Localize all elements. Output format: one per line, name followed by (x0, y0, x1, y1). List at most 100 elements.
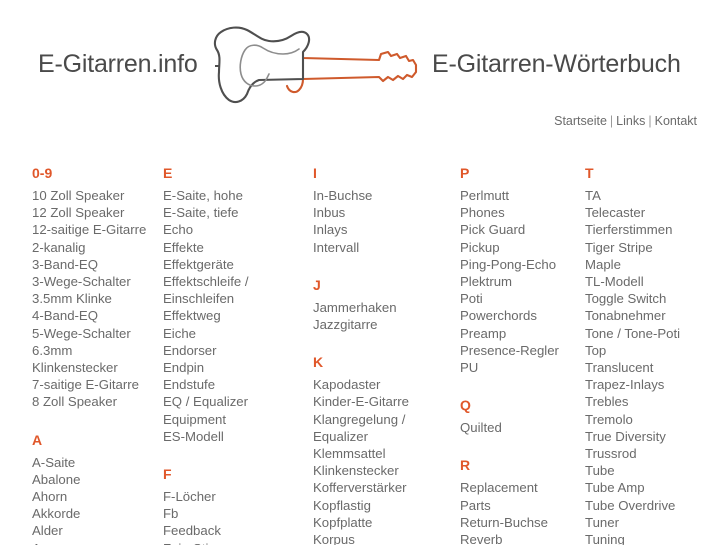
glossary-term[interactable]: Kinder-E-Gitarre (313, 393, 455, 410)
glossary-term[interactable]: Feedback (163, 522, 308, 539)
glossary-term[interactable]: Effektgeräte (163, 256, 308, 273)
glossary-term[interactable]: Endorser (163, 342, 308, 359)
glossary-term[interactable]: Kofferverstärker (313, 479, 455, 496)
glossary-term[interactable]: PU (460, 359, 580, 376)
glossary-term[interactable]: Presence-Regler (460, 342, 580, 359)
glossary-term[interactable]: Reverb (460, 531, 580, 545)
letter-heading: E (163, 165, 173, 181)
glossary-term[interactable]: Jazzgitarre (313, 316, 455, 333)
glossary-term[interactable]: Amp (32, 540, 158, 545)
glossary-term[interactable]: 10 Zoll Speaker (32, 187, 158, 204)
glossary-term[interactable]: 3-Wege-Schalter (32, 273, 158, 290)
glossary-term[interactable]: Inlays (313, 221, 455, 238)
glossary-term[interactable]: TA (585, 187, 727, 204)
glossary-term[interactable]: Toggle Switch (585, 290, 727, 307)
glossary-term[interactable]: Kopfplatte (313, 514, 455, 531)
glossary-term[interactable]: Effektweg (163, 307, 308, 324)
glossary-term[interactable]: TL-Modell (585, 273, 727, 290)
glossary-term[interactable]: Return-Buchse (460, 514, 580, 531)
letter-heading: K (313, 354, 324, 371)
glossary-term[interactable]: 3-Band-EQ (32, 256, 158, 273)
glossary-term[interactable]: Tonabnehmer (585, 307, 727, 324)
glossary-term[interactable]: EQ / Equalizer (163, 393, 308, 410)
glossary-term[interactable]: 5-Wege-Schalter (32, 325, 158, 342)
glossary-term[interactable]: Korpus (313, 531, 455, 545)
glossary-term[interactable]: Effektschleife / Einschleifen (163, 273, 308, 307)
glossary-term[interactable]: Kapodaster (313, 376, 455, 393)
glossary-term[interactable]: F-Löcher (163, 488, 308, 505)
term-list: F-LöcherFbFeedbackFein-Stimmer (163, 488, 308, 545)
letter-heading: 0-9 (32, 165, 53, 181)
letter-group: A A-SaiteAbaloneAhornAkkordeAlderAmpAmber (32, 433, 158, 545)
glossary-term[interactable]: Ping-Pong-Echo (460, 256, 580, 273)
glossary-term[interactable]: Poti (460, 290, 580, 307)
glossary-term[interactable]: Akkorde (32, 505, 158, 522)
glossary-term[interactable]: Klangregelung / Equalizer (313, 411, 455, 445)
letter-group: K Kapodaster Kinder-E-Gitarre Klangregelung… (313, 355, 455, 545)
glossary-term[interactable]: Tierferstimmen (585, 221, 727, 238)
glossary-term[interactable]: Tremolo (585, 411, 727, 428)
glossary-term[interactable]: Fein-Stimmer (163, 540, 308, 545)
glossary-term[interactable]: Eiche (163, 325, 308, 342)
glossary-term[interactable]: 2-kanalig (32, 239, 158, 256)
glossary-term[interactable]: Telecaster (585, 204, 727, 221)
term-list: A-SaiteAbaloneAhornAkkordeAlderAmpAmber (32, 454, 158, 545)
letter-heading: T (585, 165, 594, 181)
glossary-term[interactable]: Abalone (32, 471, 158, 488)
glossary-term[interactable]: Kopflastig (313, 497, 455, 514)
glossary-term[interactable]: Tuner (585, 514, 727, 531)
glossary-term[interactable]: Klemmsattel (313, 445, 455, 462)
glossary-term[interactable]: Endstufe (163, 376, 308, 393)
glossary-term[interactable]: E-Saite, hohe (163, 187, 308, 204)
glossary-term[interactable]: Endpin (163, 359, 308, 376)
glossary-term[interactable]: 4-Band-EQ (32, 307, 158, 324)
glossary-term[interactable]: Intervall (313, 239, 455, 256)
glossary-term[interactable]: Tuning (585, 531, 727, 545)
letter-group: P Perlmutt Phones Pick Guard Pickup Ping-Pong… (460, 166, 580, 376)
glossary-term[interactable]: 12 Zoll Speaker (32, 204, 158, 221)
glossary-term[interactable]: Preamp (460, 325, 580, 342)
glossary-term[interactable]: 8 Zoll Speaker (32, 393, 158, 410)
glossary-term[interactable]: In-Buchse (313, 187, 455, 204)
glossary-term[interactable]: Trebles (585, 393, 727, 410)
glossary-term[interactable]: Ahorn (32, 488, 158, 505)
glossary-term[interactable]: 6.3mm Klinkenstecker (32, 342, 158, 376)
glossary-term[interactable]: Plektrum (460, 273, 580, 290)
glossary-term[interactable]: Alder (32, 522, 158, 539)
glossary-term[interactable]: Tube Amp (585, 479, 727, 496)
glossary-term[interactable]: Trapez-Inlays (585, 376, 727, 393)
nav-link-startseite[interactable]: Startseite (554, 114, 607, 128)
glossary-term[interactable]: Echo (163, 221, 308, 238)
glossary-term[interactable]: E-Saite, tiefe (163, 204, 308, 221)
glossary-term[interactable]: Tiger Stripe Maple (585, 239, 727, 273)
glossary-term[interactable]: Inbus (313, 204, 455, 221)
glossary-term[interactable]: Phones (460, 204, 580, 221)
page-root: E-Gitarren.info E-Gitarren-Wörterbuch St… (0, 0, 727, 545)
glossary-term[interactable]: Replacement Parts (460, 479, 580, 513)
glossary-term[interactable]: Top (585, 342, 727, 359)
glossary-term[interactable]: Tone / Tone-Poti (585, 325, 727, 342)
glossary-term[interactable]: Powerchords (460, 307, 580, 324)
glossary-term[interactable]: Perlmutt (460, 187, 580, 204)
glossary-term[interactable]: Klinkenstecker (313, 462, 455, 479)
letter-group: R Replacement Parts Return-Buchse Reverb (460, 458, 580, 545)
glossary-term[interactable]: 12-saitige E-Gitarre (32, 221, 158, 238)
nav-link-kontakt[interactable]: Kontakt (655, 114, 697, 128)
glossary-term[interactable]: Tube Overdrive (585, 497, 727, 514)
glossary-term[interactable]: Pick Guard (460, 221, 580, 238)
glossary-term[interactable]: Quilted (460, 419, 580, 436)
glossary-term[interactable]: 7-saitige E-Gitarre (32, 376, 158, 393)
glossary-term[interactable]: Tube (585, 462, 727, 479)
glossary-term[interactable]: Trussrod (585, 445, 727, 462)
glossary-term[interactable]: Jammerhaken (313, 299, 455, 316)
glossary-term[interactable]: Effekte (163, 239, 308, 256)
glossary-term[interactable]: Fb (163, 505, 308, 522)
nav-link-links[interactable]: Links (616, 114, 645, 128)
glossary-term[interactable]: Equipment (163, 411, 308, 428)
glossary-term[interactable]: Pickup (460, 239, 580, 256)
glossary-term[interactable]: 3.5mm Klinke (32, 290, 158, 307)
glossary-term[interactable]: A-Saite (32, 454, 158, 471)
glossary-term[interactable]: True Diversity (585, 428, 727, 445)
glossary-term[interactable]: Translucent (585, 359, 727, 376)
glossary-term[interactable]: ES-Modell (163, 428, 308, 445)
